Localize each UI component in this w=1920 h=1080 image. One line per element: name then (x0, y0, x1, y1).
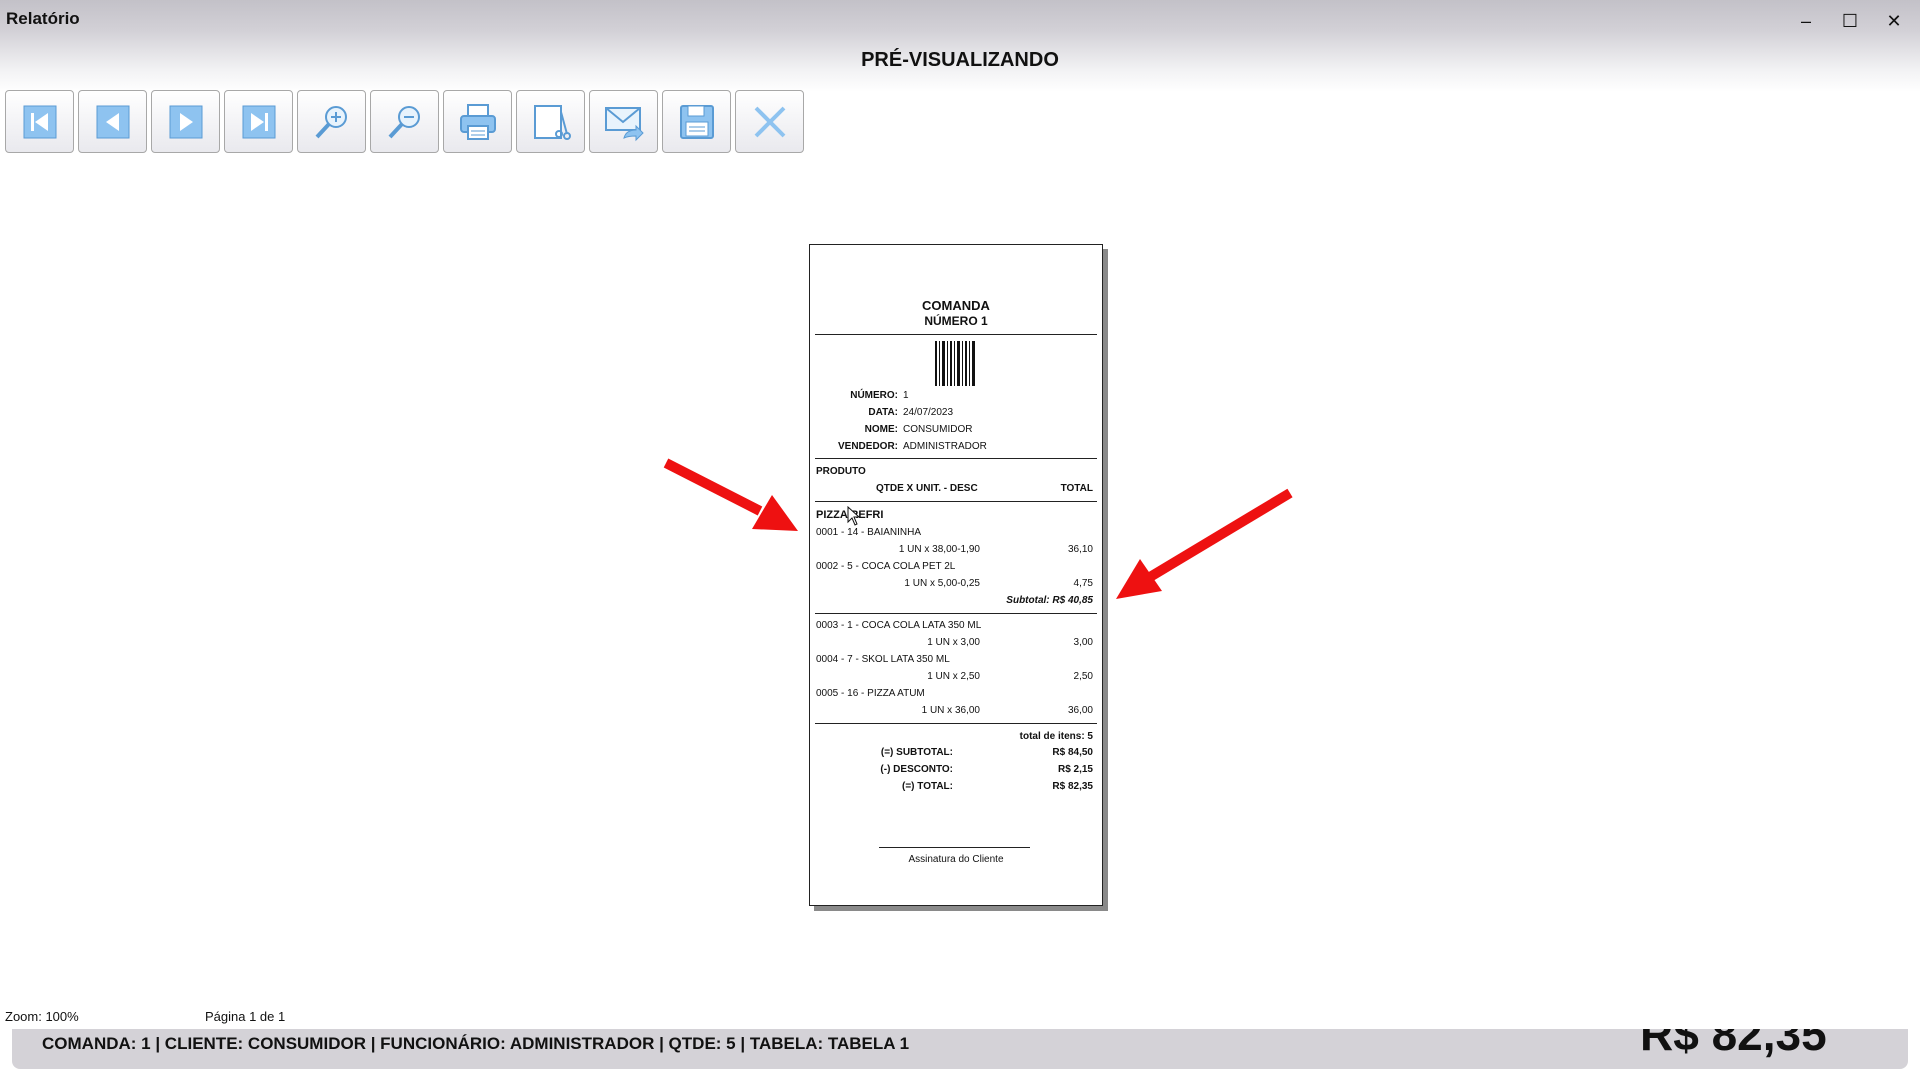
vendedor-label: VENDEDOR: (837, 441, 898, 452)
floppy-disk-icon (679, 104, 714, 139)
item-total: 36,00 (1067, 705, 1093, 716)
total-label: (=) TOTAL: (901, 781, 953, 792)
email-button[interactable] (589, 90, 658, 153)
item-total: 2,50 (1073, 671, 1093, 682)
zoom-out-icon (388, 105, 420, 138)
prev-page-button[interactable] (78, 90, 147, 153)
print-button[interactable] (443, 90, 512, 153)
item-desc: 0005 - 16 - PIZZA ATUM (816, 688, 925, 699)
comanda-info: COMANDA: 1 | CLIENTE: CONSUMIDOR | FUNCI… (42, 1034, 910, 1053)
prev-page-icon (96, 105, 129, 138)
col-produto: PRODUTO (816, 466, 866, 477)
col-total: TOTAL (1060, 483, 1093, 494)
grand-total: R$ 82,35 (1640, 1029, 1827, 1060)
zoom-in-button[interactable] (297, 90, 366, 153)
item-total: 3,00 (1073, 637, 1093, 648)
vendedor-value: ADMINISTRADOR (903, 441, 987, 452)
footer-bar: COMANDA: 1 | CLIENTE: CONSUMIDOR | FUNCI… (12, 1029, 1908, 1069)
maximize-button[interactable]: ☐ (1830, 6, 1870, 36)
data-value: 24/07/2023 (903, 407, 954, 418)
save-button[interactable] (662, 90, 731, 153)
item-desc: 0003 - 1 - COCA COLA LATA 350 ML (816, 620, 982, 631)
receipt-title: COMANDA (922, 298, 990, 313)
subtotal-label: (=) SUBTOTAL: (880, 747, 953, 758)
item-qty: 1 UN x 5,00-0,25 (904, 578, 980, 589)
last-page-icon (242, 105, 275, 138)
item-qty: 1 UN x 3,00 (927, 637, 980, 648)
nome-value: CONSUMIDOR (903, 424, 973, 435)
divider (815, 723, 1097, 724)
desconto-value: R$ 2,15 (1057, 764, 1093, 775)
barcode (935, 341, 975, 386)
total-itens: total de itens: 5 (1019, 731, 1093, 742)
printer-icon (459, 103, 496, 140)
signature-caption: Assinatura do Cliente (908, 854, 1004, 865)
last-page-button[interactable] (224, 90, 293, 153)
red-arrow-left (663, 458, 798, 531)
next-page-icon (169, 105, 202, 138)
window-title: Relatório (6, 9, 80, 28)
mouse-cursor-icon (847, 506, 861, 526)
divider (815, 501, 1097, 502)
window-close-button[interactable]: ✕ (1874, 6, 1914, 36)
red-arrow-right (1116, 488, 1293, 599)
close-preview-button[interactable] (735, 90, 804, 153)
zoom-out-button[interactable] (370, 90, 439, 153)
item-qty: 1 UN x 2,50 (927, 671, 980, 682)
page-setup-button[interactable] (516, 90, 585, 153)
subtotal-value: R$ 84,50 (1052, 747, 1093, 758)
total-value: R$ 82,35 (1052, 781, 1093, 792)
divider (815, 458, 1097, 459)
first-page-button[interactable] (5, 90, 74, 153)
window-frame-bottom (0, 1076, 1920, 1080)
nome-label: NOME: (864, 424, 898, 435)
receipt-subtitle: NÚMERO 1 (924, 314, 988, 328)
divider (815, 334, 1097, 335)
minimize-button[interactable]: ‒ (1786, 6, 1826, 36)
email-forward-icon (604, 106, 644, 141)
close-icon (754, 106, 785, 137)
item-qty: 1 UN x 38,00-1,90 (898, 544, 980, 555)
item-total: 4,75 (1073, 578, 1093, 589)
desconto-label: (-) DESCONTO: (880, 764, 953, 775)
signature-line (879, 847, 1030, 848)
item-total: 36,10 (1067, 544, 1093, 555)
item-desc: 0001 - 14 - BAIANINHA (816, 527, 922, 538)
page-setup-icon (533, 104, 571, 140)
col-qtde: QTDE X UNIT. - DESC (876, 483, 978, 494)
zoom-in-icon (315, 105, 347, 138)
page-status: Página 1 de 1 (205, 1009, 286, 1024)
first-page-icon (23, 105, 56, 138)
item-desc: 0004 - 7 - SKOL LATA 350 ML (816, 654, 950, 665)
numero-value: 1 (903, 390, 909, 401)
data-label: DATA: (868, 407, 898, 418)
page-title: PRÉ-VISUALIZANDO (861, 49, 1059, 71)
group-subtotal: Subtotal: R$ 40,85 (1006, 595, 1093, 606)
item-qty: 1 UN x 36,00 (921, 705, 980, 716)
next-page-button[interactable] (151, 90, 220, 153)
receipt-page: COMANDA NÚMERO 1 NÚMERO: 1 DATA: 24/07/2… (809, 244, 1103, 906)
divider (815, 613, 1097, 614)
zoom-status: Zoom: 100% (5, 1009, 79, 1024)
item-desc: 0002 - 5 - COCA COLA PET 2L (816, 561, 956, 572)
title-bar: Relatório ‒ ☐ ✕ PRÉ-VISUALIZANDO (0, 0, 1920, 92)
numero-label: NÚMERO: (850, 390, 898, 401)
